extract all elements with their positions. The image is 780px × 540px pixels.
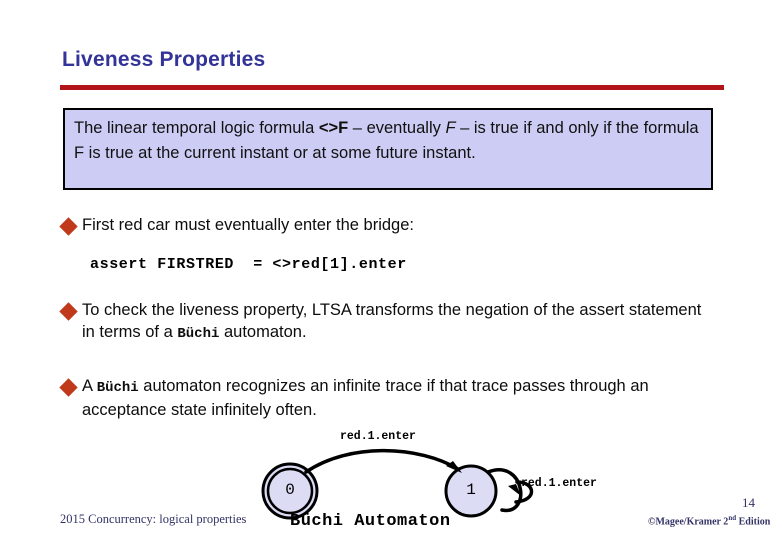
- slide-canvas: Liveness Properties The linear temporal …: [0, 0, 780, 540]
- transition-arc-0-to-1: [304, 448, 460, 474]
- transition-label-self-loop: red.1.enter: [521, 477, 597, 490]
- definition-box: The linear temporal logic formula <>F – …: [63, 108, 713, 190]
- formula-f-italic: F: [445, 119, 456, 137]
- bullet-3-before: A: [82, 377, 97, 395]
- definition-text: The linear temporal logic formula <>F – …: [74, 116, 703, 166]
- footer-copyright: ©Magee/Kramer 2nd Edition: [648, 514, 770, 527]
- bullet-2-before: To check the liveness property, LTSA tra…: [82, 301, 702, 341]
- footer-course-label: 2015 Concurrency: logical properties: [60, 512, 247, 526]
- definition-part-1: The linear temporal logic formula: [74, 119, 319, 137]
- bullet-3-after: automaton recognizes an infinite trace i…: [82, 377, 649, 419]
- assert-code-line: assert FIRSTRED = <>red[1].enter: [90, 256, 407, 273]
- buchi-term: Büchi: [96, 380, 139, 396]
- diamond-bullet-icon: [59, 217, 78, 236]
- diamond-bullet-icon: [59, 302, 78, 321]
- bullet-text-buchi-recognizes: A Büchi automaton recognizes an infinite…: [82, 376, 722, 421]
- bullet-item-first-red-car: First red car must eventually enter the …: [59, 215, 662, 237]
- copyright-ordinal: nd: [728, 514, 737, 522]
- bullet-item-buchi-recognizes: A Büchi automaton recognizes an infinite…: [59, 376, 722, 421]
- bullet-text-first-red-car: First red car must eventually enter the …: [82, 216, 414, 234]
- diamond-bullet-icon: [59, 378, 78, 397]
- title-divider: [60, 85, 724, 90]
- bullet-text-ltsa-transform: To check the liveness property, LTSA tra…: [82, 300, 702, 345]
- page-number: 14: [742, 495, 755, 510]
- definition-part-2: – eventually: [348, 119, 446, 137]
- buchi-term: Büchi: [177, 325, 220, 342]
- automaton-caption: Büchi Automaton: [290, 512, 451, 531]
- ltl-operator: <>F: [318, 119, 349, 137]
- buchi-automaton-diagram: 0 1 red.1.enter red.1.enter Büchi Automa…: [240, 424, 660, 540]
- copyright-suffix: Edition: [736, 516, 771, 528]
- bullet-item-ltsa-transform: To check the liveness property, LTSA tra…: [59, 300, 702, 345]
- bullet-2-after: automaton.: [219, 322, 307, 341]
- state-0-inner-circle: [266, 467, 314, 515]
- copyright-prefix: ©Magee/Kramer 2: [648, 516, 729, 528]
- transition-label-0-to-1: red.1.enter: [340, 430, 416, 443]
- page-title: Liveness Properties: [62, 48, 266, 71]
